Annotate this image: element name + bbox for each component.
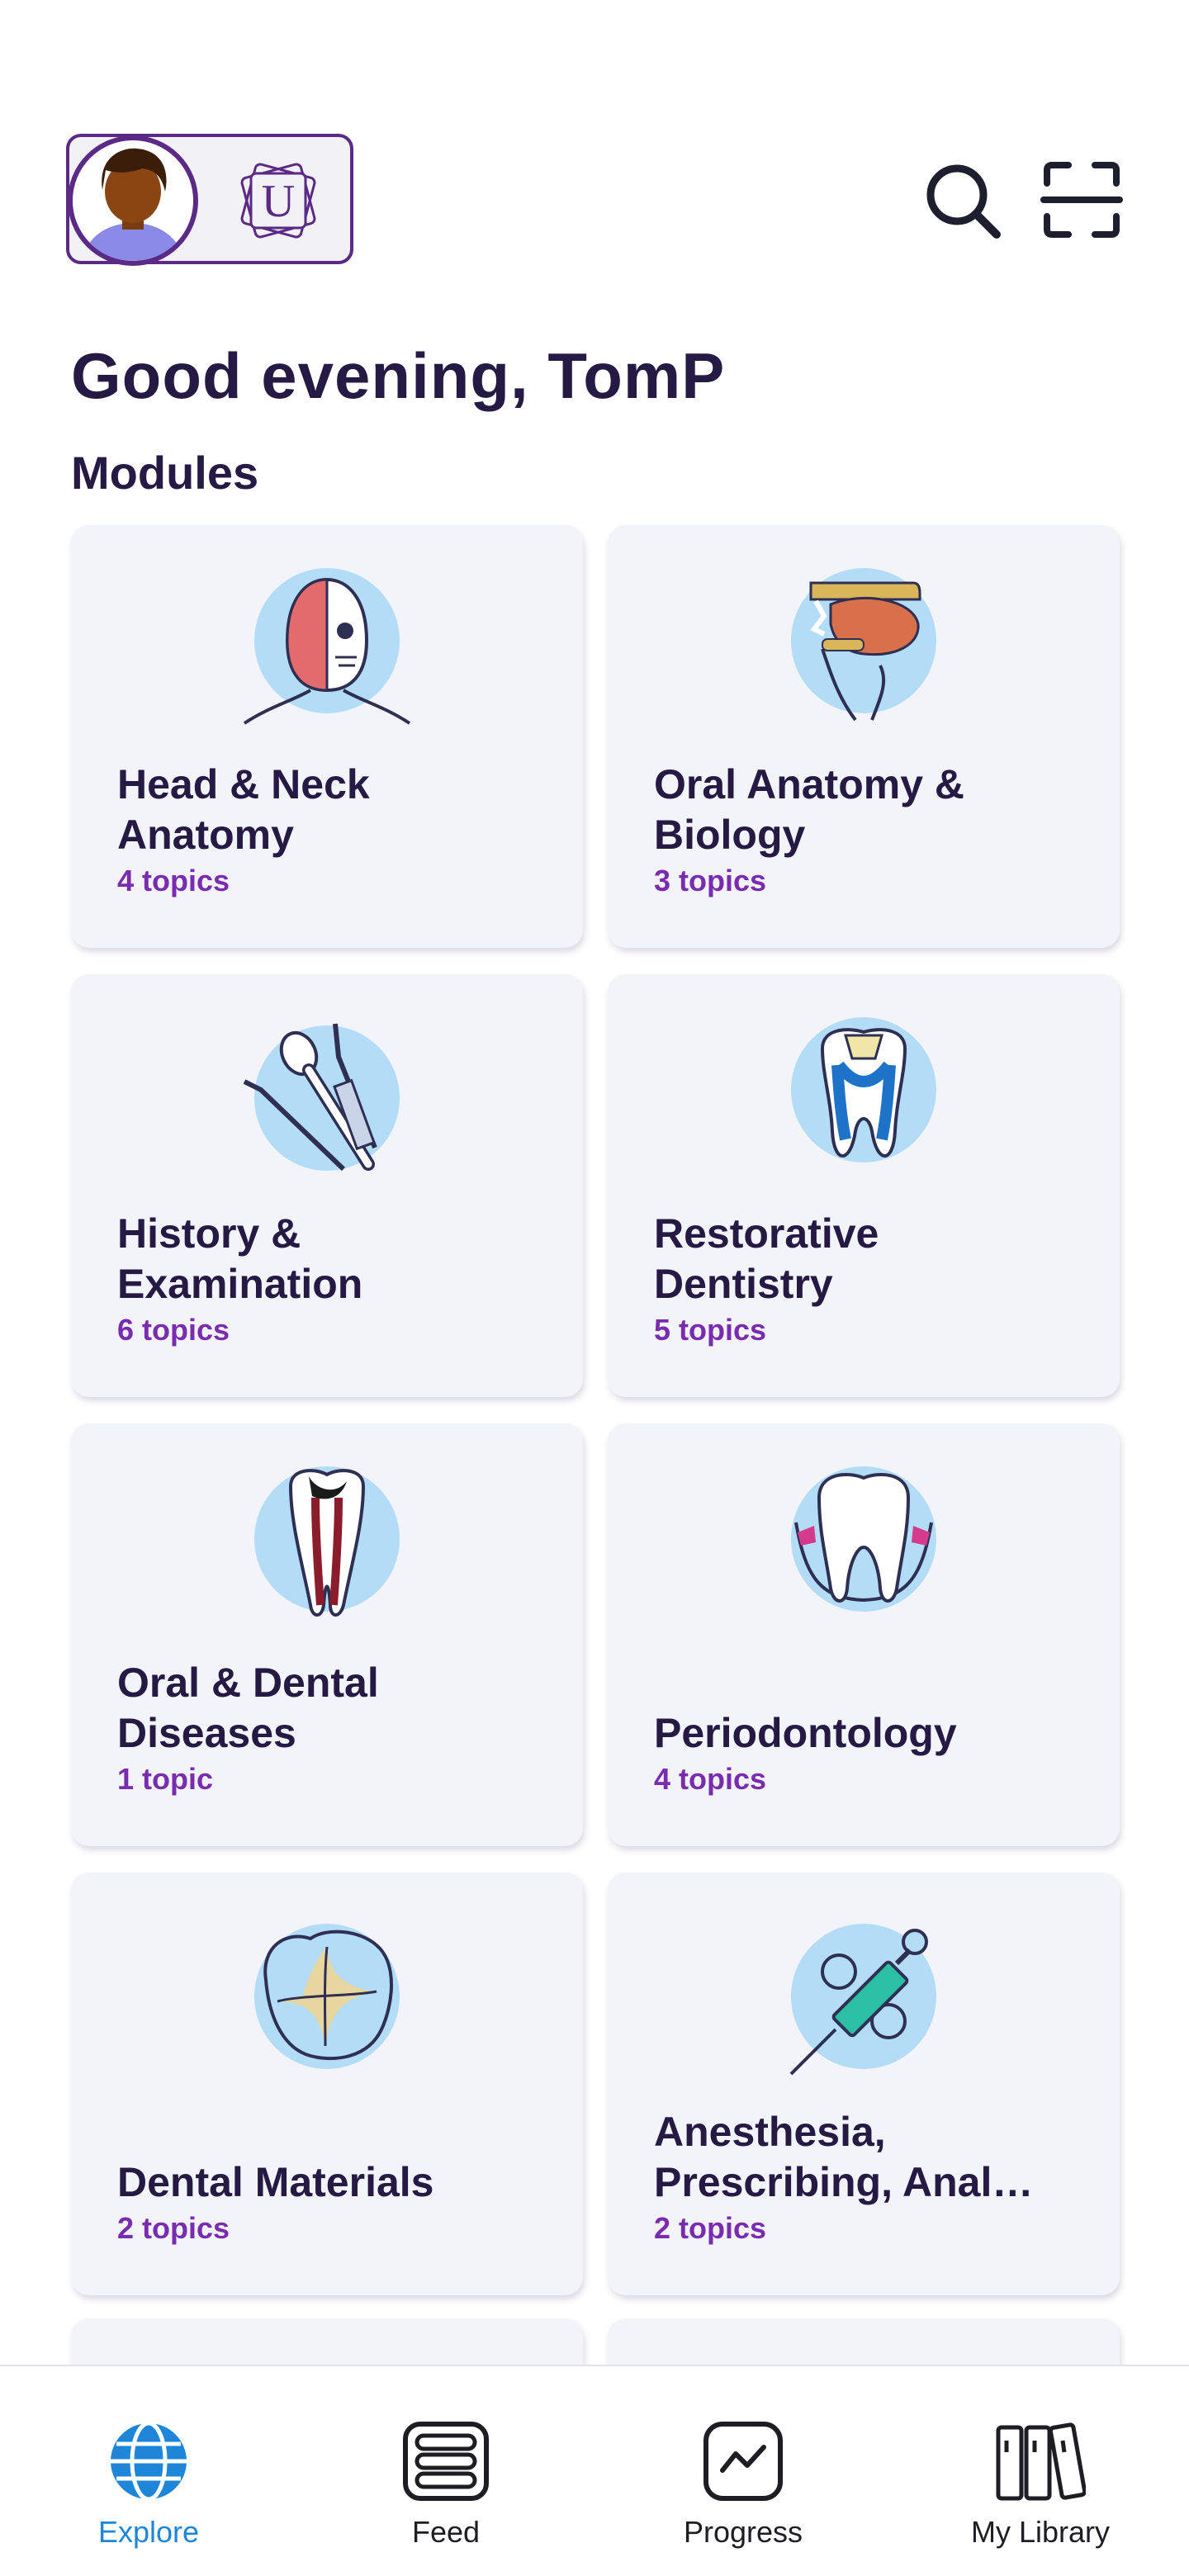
module-card-history-examination[interactable]: History & Examination 6 topics (71, 974, 583, 1397)
nav-feed[interactable]: Feed (297, 2366, 594, 2576)
module-title: Head & Neck Anatomy (117, 761, 370, 858)
module-topic-count: 3 topics (654, 864, 767, 897)
module-card-anesthesia[interactable]: Anesthesia, Prescribing, Anal… 2 topics (608, 1873, 1120, 2295)
module-card-dental-materials[interactable]: Dental Materials 2 topics (71, 1873, 583, 2295)
nav-explore[interactable]: Explore (0, 2366, 297, 2576)
tooth-gums-icon (773, 1456, 955, 1638)
user-avatar-icon (73, 140, 193, 261)
feed-icon (403, 2422, 489, 2501)
head-neck-icon (236, 558, 418, 740)
nav-feed-label: Feed (411, 2515, 481, 2549)
nav-library[interactable]: My Library (892, 2366, 1189, 2576)
module-topic-count: 2 topics (117, 2211, 230, 2245)
dental-instruments-icon (236, 1007, 418, 1189)
nav-library-label: My Library (970, 2515, 1111, 2549)
profile-switcher[interactable]: U (66, 134, 353, 266)
bottom-navigation: Explore Feed Progress My Library (0, 2365, 1189, 2576)
module-topic-count: 4 topics (654, 1762, 767, 1796)
nav-progress[interactable]: Progress (594, 2366, 892, 2576)
tooth-filling-icon (773, 1007, 955, 1189)
module-title: Anesthesia, Prescribing, Anal… (654, 2109, 1034, 2205)
avatar[interactable] (68, 135, 198, 266)
module-card-restorative-dentistry[interactable]: Restorative Dentistry 5 topics (608, 974, 1120, 1397)
globe-icon (111, 2421, 187, 2502)
search-icon[interactable] (921, 159, 1003, 241)
module-card-oral-anatomy[interactable]: Oral Anatomy & Biology 3 topics (608, 525, 1120, 948)
greeting-title: Good evening, TomP (71, 339, 726, 412)
library-books-icon (996, 2422, 1086, 2501)
module-card-oral-dental-diseases[interactable]: Oral & Dental Diseases 1 topic (71, 1423, 583, 1846)
module-topic-count: 6 topics (117, 1313, 230, 1347)
nav-progress-label: Progress (683, 2515, 803, 2549)
syringe-icon (773, 1906, 955, 2087)
modules-grid: Head & Neck Anatomy 4 topics Oral Anatom… (71, 525, 1120, 2295)
module-topic-count: 1 topic (117, 1762, 214, 1796)
org-logo-letter: U (262, 176, 295, 227)
module-topic-count: 5 topics (654, 1313, 767, 1347)
module-topic-count: 4 topics (117, 864, 230, 897)
oral-anatomy-icon (773, 558, 955, 740)
module-title: Periodontology (654, 1710, 957, 1756)
module-title: Oral & Dental Diseases (117, 1660, 379, 1756)
organization-logo: U (240, 163, 316, 239)
module-title: Oral Anatomy & Biology (654, 761, 965, 858)
tooth-decay-icon (236, 1456, 418, 1638)
modules-heading: Modules (71, 447, 259, 499)
module-title: History & Examination (117, 1210, 363, 1307)
module-card-head-neck[interactable]: Head & Neck Anatomy 4 topics (71, 525, 583, 948)
module-card-periodontology[interactable]: Periodontology 4 topics (608, 1423, 1120, 1846)
nav-explore-label: Explore (97, 2515, 200, 2549)
scan-icon[interactable] (1040, 159, 1123, 241)
module-topic-count: 2 topics (654, 2211, 767, 2245)
module-title: Restorative Dentistry (654, 1210, 879, 1307)
progress-chart-icon (703, 2422, 783, 2501)
top-bar: U (66, 134, 1123, 266)
module-title: Dental Materials (117, 2159, 434, 2205)
dental-material-icon (236, 1906, 418, 2087)
